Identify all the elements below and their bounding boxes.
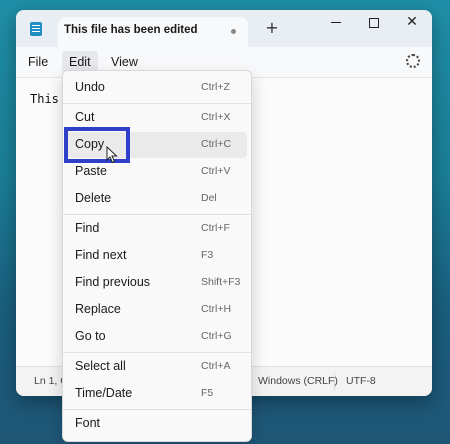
- menu-item-shortcut: F5: [201, 387, 214, 399]
- menu-item-label: Replace: [75, 302, 121, 316]
- menu-item-select-all[interactable]: Select all Ctrl+A: [67, 354, 247, 380]
- menu-divider: [63, 352, 251, 353]
- menu-item-undo[interactable]: Undo Ctrl+Z: [67, 75, 247, 101]
- editor-content: This: [30, 92, 59, 106]
- close-icon: ✕: [406, 14, 418, 30]
- menu-divider: [63, 214, 251, 215]
- tab-title: This file has been edited: [64, 24, 198, 36]
- menu-divider: [63, 103, 251, 104]
- menu-item-label: Delete: [75, 191, 112, 205]
- menu-item-delete[interactable]: Delete Del: [67, 186, 247, 212]
- menu-item-label: Paste: [75, 164, 107, 178]
- menu-item-shortcut: Ctrl+V: [201, 165, 231, 177]
- menu-item-label: Font: [75, 416, 101, 430]
- menu-item-shortcut: Shift+F3: [201, 276, 241, 288]
- maximize-button[interactable]: [354, 10, 394, 34]
- menu-item-shortcut: Ctrl+C: [201, 138, 232, 150]
- menu-item-replace[interactable]: Replace Ctrl+H: [67, 297, 247, 323]
- menu-item-label: Go to: [75, 329, 106, 343]
- menu-item-label: Select all: [75, 359, 126, 373]
- menu-item-shortcut: Ctrl+Z: [201, 81, 230, 93]
- new-tab-button[interactable]: +: [262, 18, 282, 38]
- menu-item-shortcut: F3: [201, 249, 214, 261]
- menu-divider: [63, 409, 251, 410]
- mouse-cursor-icon: [106, 146, 118, 164]
- menu-item-shortcut: Ctrl+H: [201, 303, 232, 315]
- menu-item-shortcut: Del: [201, 192, 217, 204]
- menu-item-shortcut: Ctrl+X: [201, 111, 231, 123]
- menu-file[interactable]: File: [21, 51, 55, 73]
- menu-item-shortcut: Ctrl+G: [201, 330, 232, 342]
- edit-menu-dropdown: Undo Ctrl+Z Cut Ctrl+X Copy Ctrl+C Paste…: [62, 70, 252, 442]
- status-divider: [334, 373, 335, 391]
- document-tab[interactable]: This file has been edited: [58, 17, 248, 47]
- menu-item-find[interactable]: Find Ctrl+F: [67, 216, 247, 242]
- unsaved-dot-icon[interactable]: [231, 29, 236, 34]
- status-encoding[interactable]: UTF-8: [346, 375, 376, 387]
- title-bar: This file has been edited + ✕: [16, 10, 432, 47]
- menu-item-shortcut: Ctrl+F: [201, 222, 230, 234]
- maximize-icon: [369, 17, 379, 28]
- status-line-ending[interactable]: Windows (CRLF): [258, 375, 338, 387]
- menu-item-label: Time/Date: [75, 386, 133, 400]
- menu-item-find-next[interactable]: Find next F3: [67, 243, 247, 269]
- gear-icon[interactable]: [406, 54, 420, 68]
- menu-item-label: Cut: [75, 110, 95, 124]
- menu-item-label: Find previous: [75, 275, 151, 289]
- menu-item-go-to[interactable]: Go to Ctrl+G: [67, 324, 247, 350]
- notepad-app-icon: [30, 22, 42, 36]
- menu-item-shortcut: Ctrl+A: [201, 360, 231, 372]
- menu-item-label: Undo: [75, 80, 105, 94]
- menu-item-find-previous[interactable]: Find previous Shift+F3: [67, 270, 247, 296]
- copy-highlight-box: [64, 127, 130, 163]
- minimize-icon: [331, 22, 341, 23]
- minimize-button[interactable]: [316, 10, 356, 34]
- close-button[interactable]: ✕: [392, 10, 432, 34]
- menu-item-label: Find: [75, 221, 100, 235]
- menu-item-label: Find next: [75, 248, 127, 262]
- menu-item-time-date[interactable]: Time/Date F5: [67, 381, 247, 407]
- menu-item-font[interactable]: Font: [67, 411, 247, 437]
